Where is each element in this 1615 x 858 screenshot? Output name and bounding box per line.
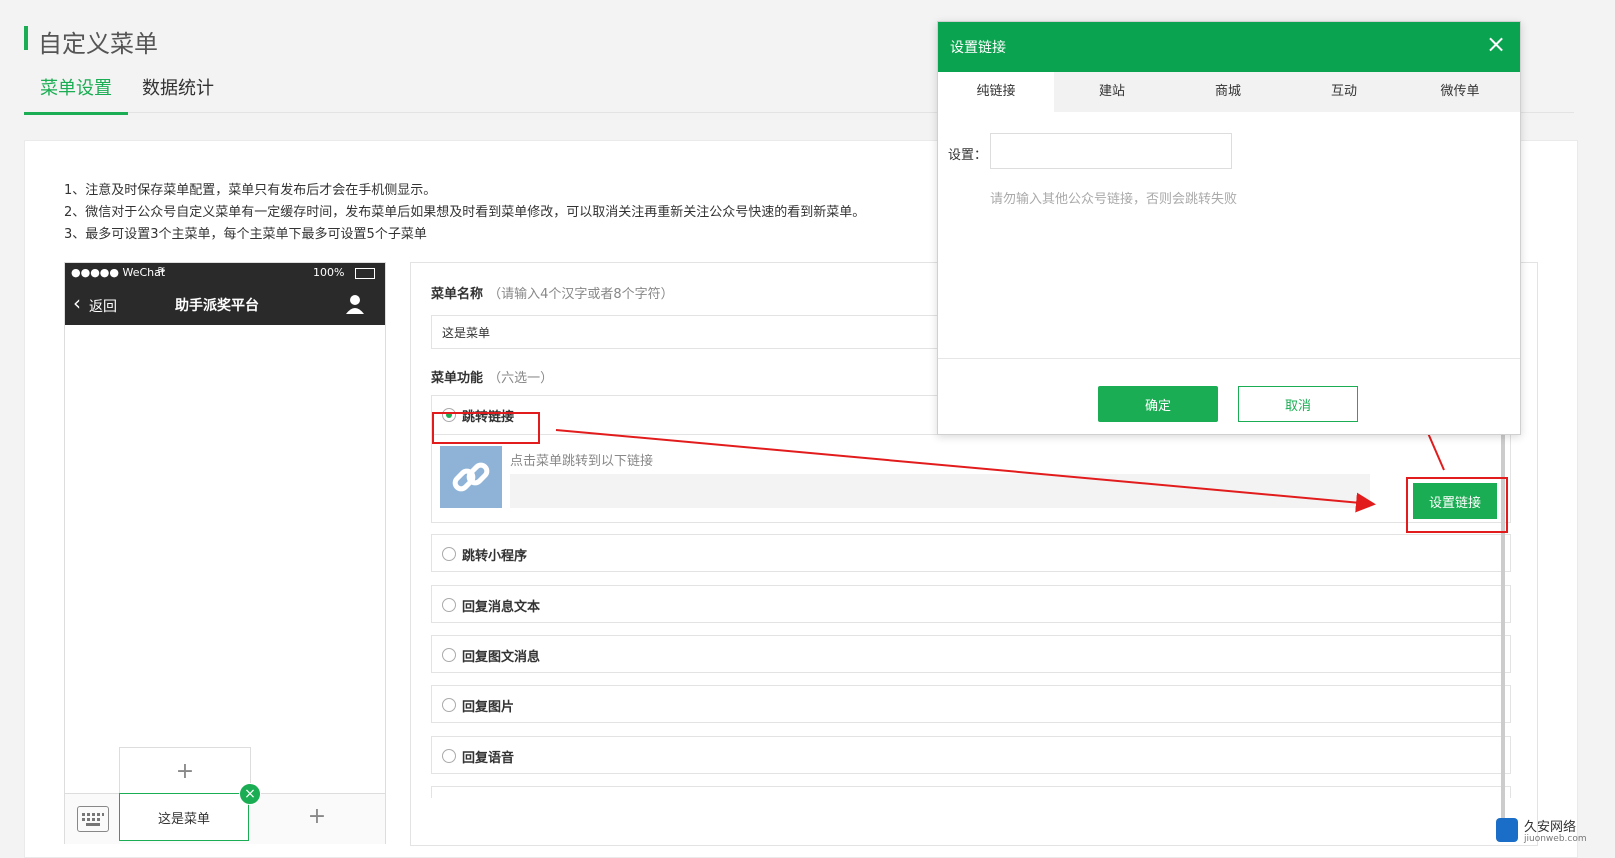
link-url-input[interactable] — [990, 133, 1232, 169]
menu-func-hint: （六选一） — [488, 371, 554, 386]
close-icon[interactable]: × — [1486, 30, 1506, 58]
menu-name-heading: 菜单名称 （请输入4个汉字或者8个字符） — [431, 283, 674, 302]
dialog-title: 设置链接 — [950, 40, 1006, 56]
battery-icon — [355, 268, 375, 279]
tab-leaflet[interactable]: 微传单 — [1402, 72, 1518, 112]
phone-nav-bar: ‹ 返回 助手派奖平台 — [65, 283, 385, 325]
battery-label: 100% — [313, 266, 345, 279]
menu-name-hint: （请输入4个汉字或者8个字符） — [488, 287, 674, 302]
add-menu-button[interactable]: + — [249, 793, 385, 839]
annotation-box-option — [432, 412, 540, 444]
radio-reply-image[interactable] — [442, 698, 456, 712]
watermark-text: 久安网络 — [1524, 820, 1577, 835]
link-field-hint: 请勿输入其他公众号链接，否则会跳转失败 — [990, 192, 1238, 207]
confirm-button[interactable]: 确定 — [1098, 386, 1218, 422]
phone-status-bar: ●●●●● WeChat ≋ 100% — [65, 263, 385, 283]
option-reply-news[interactable]: 回复图文消息 — [431, 635, 1511, 673]
menu-func-label: 菜单功能 — [431, 371, 484, 386]
menu-item-current[interactable]: 这是菜单 — [119, 793, 249, 841]
cancel-button[interactable]: 取消 — [1238, 386, 1358, 422]
back-chevron-icon: ‹ — [73, 291, 81, 315]
link-field-label: 设置： — [948, 148, 988, 163]
wifi-icon: ≋ — [157, 265, 166, 276]
option-label: 回复消息文本 — [462, 600, 541, 615]
radio-reply-news[interactable] — [442, 648, 456, 662]
watermark-logo-icon — [1496, 818, 1518, 842]
option-label: 回复语音 — [462, 751, 515, 766]
dialog-tabs: 纯链接 建站 商城 互动 微传单 — [938, 72, 1520, 112]
menu-name-label: 菜单名称 — [431, 287, 484, 302]
tab-interact[interactable]: 互动 — [1286, 72, 1402, 112]
note-3: 3、最多可设置3个主菜单，每个主菜单下最多可设置5个子菜单 — [64, 227, 427, 242]
carrier-label: ●●●●● WeChat — [71, 266, 166, 279]
set-link-button[interactable]: 设置链接 — [1413, 483, 1497, 519]
notes: 1、注意及时保存菜单配置，菜单只有发布后才会在手机侧显示。 2、微信对于公众号自… — [64, 180, 865, 246]
link-icon — [440, 446, 502, 508]
tab-mall[interactable]: 商城 — [1170, 72, 1286, 112]
note-2: 2、微信对于公众号自定义菜单有一定缓存时间，发布菜单后如果想及时看到菜单修改，可… — [64, 205, 866, 220]
add-sub-menu-button[interactable]: + — [119, 747, 251, 795]
link-url-display — [510, 474, 1370, 508]
watermark-url: jiuonweb.com — [1524, 834, 1587, 844]
note-1: 1、注意及时保存菜单配置，菜单只有发布后才会在手机侧显示。 — [64, 183, 437, 198]
option-label: 跳转小程序 — [462, 549, 528, 564]
option-reply-text[interactable]: 回复消息文本 — [431, 585, 1511, 623]
option-reply-image[interactable]: 回复图片 — [431, 685, 1511, 723]
dialog-divider — [938, 358, 1520, 359]
user-icon — [346, 295, 364, 314]
option-label: 回复图片 — [462, 700, 515, 715]
option-partial — [431, 786, 1511, 798]
option-reply-voice[interactable]: 回复语音 — [431, 736, 1511, 774]
tab-menu-settings[interactable]: 菜单设置 — [24, 70, 128, 115]
phone-preview: ●●●●● WeChat ≋ 100% ‹ 返回 助手派奖平台 + 这是菜单 +… — [64, 262, 386, 844]
delete-menu-icon[interactable]: × — [239, 783, 261, 805]
tab-site[interactable]: 建站 — [1054, 72, 1170, 112]
dialog-header: 设置链接 × — [938, 22, 1520, 72]
back-label[interactable]: 返回 — [89, 296, 117, 316]
tab-data-stats[interactable]: 数据统计 — [126, 70, 230, 112]
page-title-accent — [24, 26, 28, 50]
radio-reply-text[interactable] — [442, 598, 456, 612]
option-mini-program[interactable]: 跳转小程序 — [431, 534, 1511, 572]
radio-reply-voice[interactable] — [442, 749, 456, 763]
tab-plain-link[interactable]: 纯链接 — [938, 72, 1054, 112]
set-link-dialog: 设置链接 × 纯链接 建站 商城 互动 微传单 设置： 请勿输入其他公众号链接，… — [937, 21, 1521, 435]
keyboard-icon[interactable] — [77, 806, 109, 832]
link-description: 点击菜单跳转到以下链接 — [510, 454, 654, 469]
option-label: 回复图文消息 — [462, 650, 541, 665]
menu-func-heading: 菜单功能 （六选一） — [431, 367, 553, 386]
page-title: 自定义菜单 — [38, 30, 158, 58]
radio-mini-program[interactable] — [442, 547, 456, 561]
phone-nav-title: 助手派奖平台 — [175, 298, 259, 314]
